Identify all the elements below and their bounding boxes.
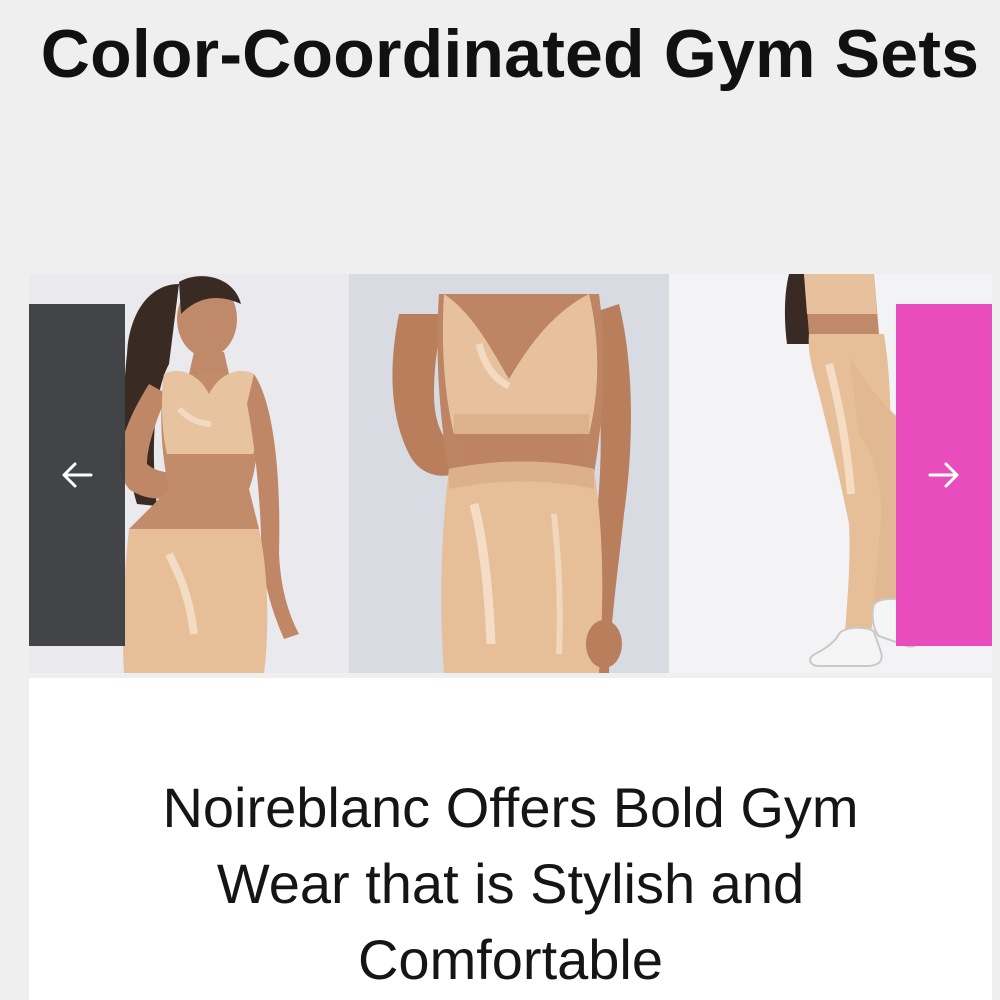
- article-heading: Noireblanc Offers Bold Gym Wear that is …: [162, 776, 859, 991]
- image-carousel[interactable]: [29, 274, 992, 673]
- article-card: Noireblanc Offers Bold Gym Wear that is …: [29, 678, 992, 1000]
- page: Color-Coordinated Gym Sets Noireblanc Of…: [0, 0, 1000, 1000]
- arrow-right-icon: [924, 455, 964, 495]
- carousel-slide-image-2: [349, 274, 669, 673]
- arrow-left-icon: [57, 455, 97, 495]
- page-title: Color-Coordinated Gym Sets: [40, 16, 980, 92]
- carousel-prev-button[interactable]: [29, 304, 125, 646]
- carousel-next-button[interactable]: [896, 304, 992, 646]
- gym-set-photo-2: [349, 274, 669, 673]
